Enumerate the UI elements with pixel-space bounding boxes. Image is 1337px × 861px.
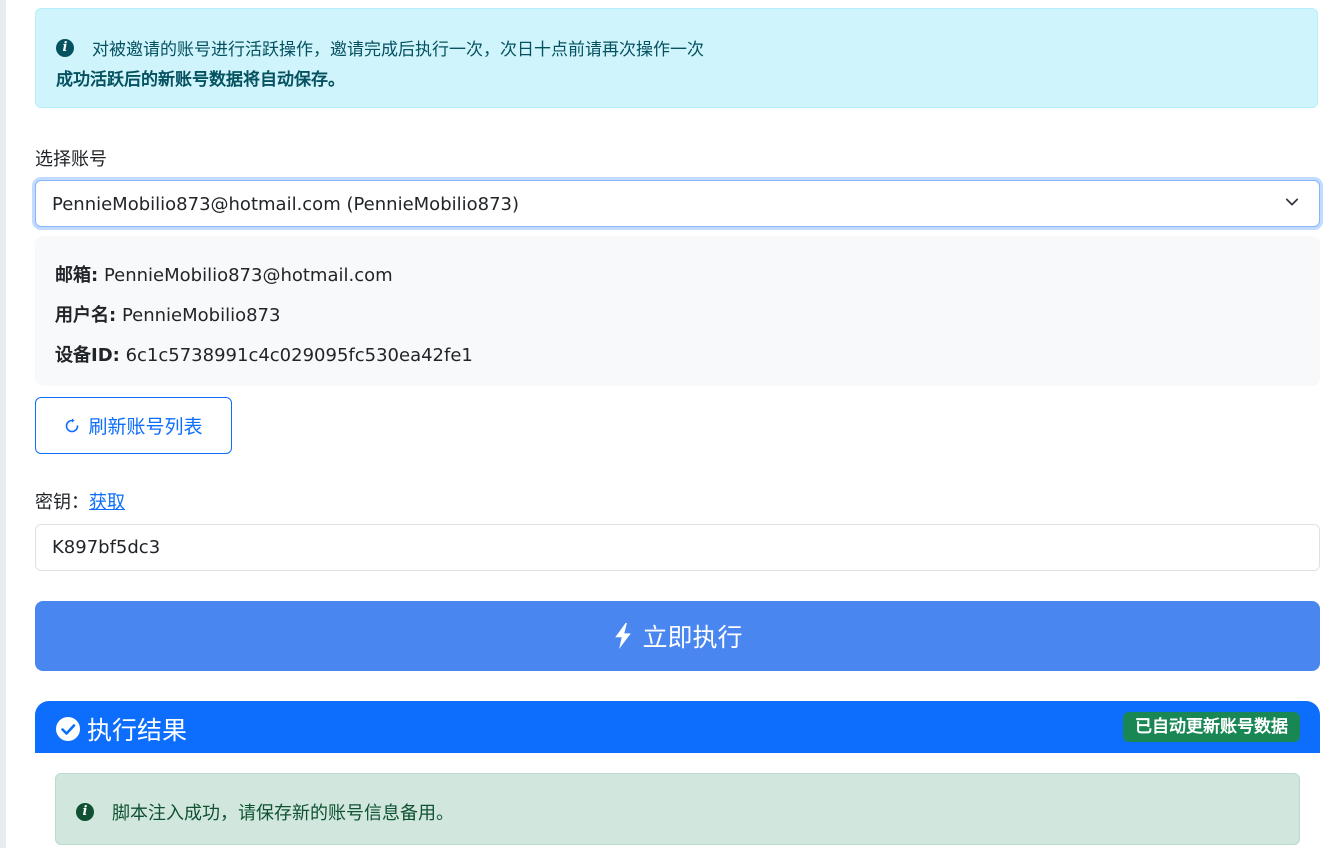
- info-circle-icon: i: [76, 803, 94, 821]
- info-alert-bold-text: 成功活跃后的新账号数据将自动保存。: [56, 70, 345, 90]
- key-label-row: 密钥：获取: [35, 488, 125, 514]
- execute-button[interactable]: 立即执行: [35, 601, 1320, 671]
- success-alert: i 脚本注入成功，请保存新的账号信息备用。: [55, 773, 1300, 845]
- account-info-panel: 邮箱: PennieMobilio873@hotmail.com 用户名: Pe…: [35, 236, 1320, 386]
- account-email-row: 邮箱: PennieMobilio873@hotmail.com: [55, 261, 393, 287]
- chevron-down-icon: [1285, 198, 1299, 206]
- key-input[interactable]: [35, 524, 1320, 571]
- info-alert-line1: i 对被邀请的账号进行活跃操作，邀请完成后执行一次，次日十点前请再次操作一次: [56, 35, 704, 60]
- info-circle-icon: i: [56, 38, 74, 57]
- refresh-button-label: 刷新账号列表: [88, 416, 203, 438]
- success-message: 脚本注入成功，请保存新的账号信息备用。: [112, 803, 454, 824]
- get-key-link[interactable]: 获取: [89, 492, 125, 513]
- account-select[interactable]: PennieMobilio873@hotmail.com (PennieMobi…: [35, 180, 1320, 227]
- account-device-row: 设备ID: 6c1c5738991c4c029095fc530ea42fe1: [55, 341, 473, 367]
- account-select-label: 选择账号: [35, 149, 107, 170]
- result-title: 执行结果: [87, 716, 188, 745]
- refresh-accounts-button[interactable]: 刷新账号列表: [35, 397, 232, 454]
- bolt-icon: [615, 623, 632, 649]
- account-select-value: PennieMobilio873@hotmail.com (PennieMobi…: [52, 194, 520, 215]
- execute-button-label: 立即执行: [642, 623, 743, 652]
- success-alert-row: i 脚本注入成功，请保存新的账号信息备用。: [76, 799, 454, 825]
- info-alert: i 对被邀请的账号进行活跃操作，邀请完成后执行一次，次日十点前请再次操作一次 成…: [35, 8, 1318, 108]
- result-header: 执行结果 已自动更新账号数据: [35, 701, 1320, 753]
- status-badge: 已自动更新账号数据: [1123, 712, 1300, 742]
- device-id-value: 6c1c5738991c4c029095fc530ea42fe1: [125, 345, 473, 366]
- result-card: 执行结果 已自动更新账号数据 i 脚本注入成功，请保存新的账号信息备用。: [35, 701, 1320, 861]
- email-value: PennieMobilio873@hotmail.com: [103, 265, 393, 286]
- check-circle-icon: [56, 717, 80, 741]
- key-label: 密钥：: [35, 492, 89, 513]
- left-rail: [0, 0, 6, 848]
- result-title-row: 执行结果: [55, 711, 187, 747]
- refresh-icon: [66, 418, 79, 432]
- info-alert-text: 对被邀请的账号进行活跃操作，邀请完成后执行一次，次日十点前请再次操作一次: [92, 40, 704, 60]
- username-label: 用户名:: [55, 305, 117, 326]
- device-id-label: 设备ID:: [55, 345, 120, 366]
- account-username-row: 用户名: PennieMobilio873: [55, 301, 280, 327]
- username-value: PennieMobilio873: [121, 305, 281, 326]
- email-label: 邮箱:: [55, 265, 99, 286]
